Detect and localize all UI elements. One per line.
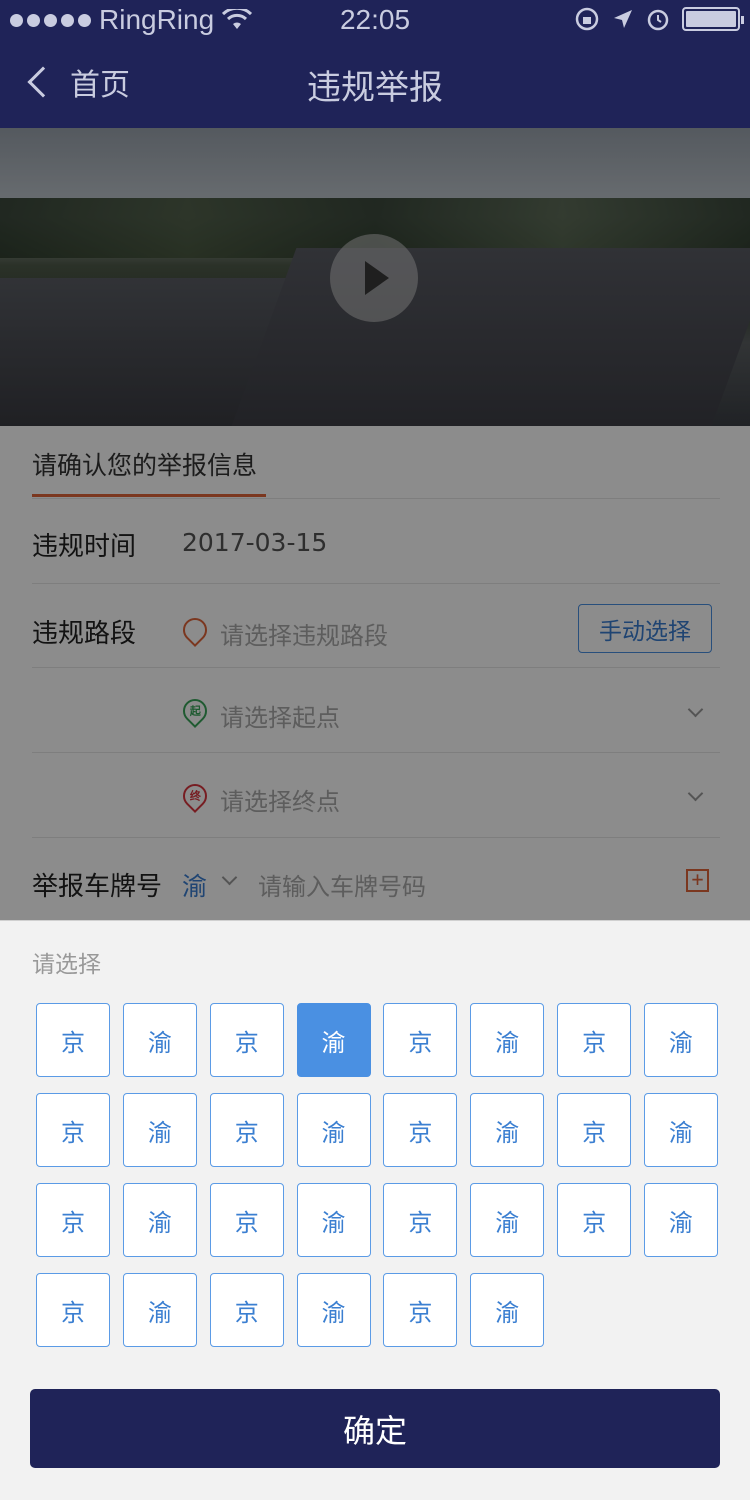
province-key[interactable]: 京: [36, 1183, 110, 1257]
province-key[interactable]: 渝: [470, 1273, 545, 1347]
alarm-icon: [647, 9, 669, 31]
province-key[interactable]: 京: [209, 1183, 284, 1257]
province-key[interactable]: 京: [383, 1273, 458, 1347]
province-key[interactable]: 渝: [643, 1183, 718, 1257]
province-key[interactable]: 京: [36, 1273, 110, 1347]
province-key[interactable]: 京: [209, 1003, 284, 1077]
province-key[interactable]: 渝: [470, 1093, 545, 1167]
province-key[interactable]: 渝: [643, 1003, 718, 1077]
province-key[interactable]: 京: [557, 1183, 632, 1257]
rotation-lock-icon: [575, 7, 599, 31]
province-key[interactable]: 渝: [122, 1093, 197, 1167]
page-title: 违规举报: [307, 68, 443, 108]
status-right: [574, 6, 744, 32]
province-key[interactable]: 京: [383, 1183, 458, 1257]
province-key-grid: 京渝京渝京渝京渝京渝京渝京渝京渝京渝京渝京渝京渝京渝京渝京渝: [36, 1003, 720, 1347]
province-key[interactable]: 京: [36, 1093, 110, 1167]
battery-icon: [682, 7, 744, 31]
province-picker-sheet: 请选择 京渝京渝京渝京渝京渝京渝京渝京渝京渝京渝京渝京渝京渝京渝京渝 确定: [0, 920, 750, 1500]
province-key[interactable]: 京: [557, 1003, 632, 1077]
province-key[interactable]: 京: [383, 1003, 458, 1077]
nav-bar: 首页 违规举报: [0, 40, 750, 128]
province-key[interactable]: 渝: [296, 1003, 371, 1077]
province-key[interactable]: 渝: [643, 1093, 718, 1167]
province-key[interactable]: 渝: [296, 1093, 371, 1167]
province-key[interactable]: 渝: [122, 1003, 197, 1077]
province-key[interactable]: 京: [36, 1003, 110, 1077]
confirm-button[interactable]: 确定: [30, 1389, 720, 1468]
province-key[interactable]: 京: [557, 1093, 632, 1167]
modal-overlay[interactable]: [0, 128, 750, 920]
province-key[interactable]: 渝: [296, 1273, 371, 1347]
province-key[interactable]: 京: [209, 1093, 284, 1167]
province-key[interactable]: 京: [383, 1093, 458, 1167]
province-key[interactable]: 京: [209, 1273, 284, 1347]
province-key[interactable]: 渝: [296, 1183, 371, 1257]
province-key[interactable]: 渝: [122, 1183, 197, 1257]
picker-title: 请选择: [32, 952, 101, 978]
province-key[interactable]: 渝: [470, 1183, 545, 1257]
province-key[interactable]: 渝: [122, 1273, 197, 1347]
status-bar: RingRing 22:05: [0, 0, 750, 40]
province-key[interactable]: 渝: [470, 1003, 545, 1077]
location-arrow-icon: [614, 10, 632, 28]
